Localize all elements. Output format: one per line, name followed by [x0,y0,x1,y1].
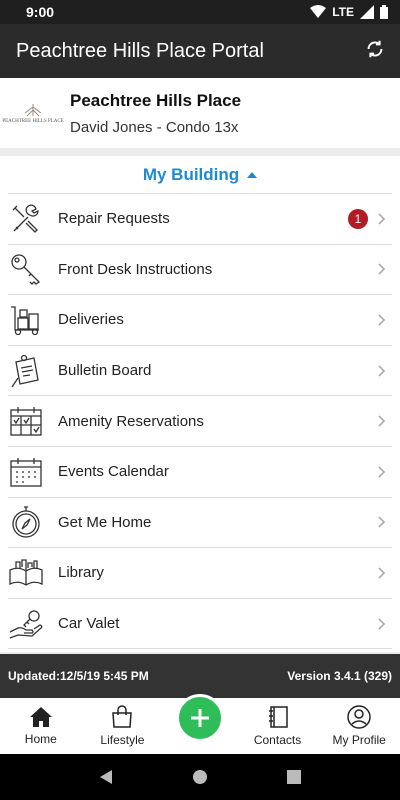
refresh-icon[interactable] [364,38,386,65]
status-icons: LTE [310,5,388,19]
nav-label: My Profile [332,733,386,747]
menu-item-repair-requests[interactable]: Repair Requests 1 [8,194,392,245]
menu-item-label: Bulletin Board [58,362,152,380]
property-logo: PEACHTREE HILLS PLACE [2,93,64,133]
nav-contacts[interactable]: Contacts [237,698,319,754]
menu-item-label: Front Desk Instructions [58,260,213,278]
menu-item-label: Car Valet [58,615,120,633]
note-icon [8,353,44,389]
calendar-check-icon [8,403,44,439]
nav-lifestyle[interactable]: Lifestyle [82,698,164,754]
app-title: Peachtree Hills Place Portal [16,39,264,62]
updated-timestamp: Updated:12/5/19 5:45 PM [8,669,149,683]
shopping-bag-icon [112,705,133,728]
menu-item-label: Events Calendar [58,463,169,481]
tools-icon [8,201,44,237]
system-nav-bar [0,754,400,800]
menu-item-deliveries[interactable]: Deliveries [8,295,392,346]
back-icon[interactable] [99,769,113,785]
chevron-right-icon [378,365,386,377]
car-key-icon [8,606,44,642]
status-time: 9:00 [26,4,55,20]
key-icon [8,251,44,287]
property-name: Peachtree Hills Place [70,90,242,110]
profile-icon [347,705,371,729]
battery-icon [380,5,388,19]
compass-icon [8,504,44,540]
my-building-panel: My Building Repair Requests 1 Front Desk… [0,156,400,652]
notification-badge: 1 [348,208,368,229]
menu-item-label: Amenity Reservations [58,412,204,430]
section-title: My Building [142,164,240,184]
chevron-right-icon [378,567,386,579]
recents-icon[interactable] [286,770,301,784]
menu-item-amenity-reservations[interactable]: Amenity Reservations [8,396,392,447]
status-bar: 9:00 LTE [0,0,400,24]
menu-item-get-me-home[interactable]: Get Me Home [8,498,392,549]
logo-text: PEACHTREE HILLS PLACE [2,118,64,124]
nav-label: Home [24,732,57,746]
chevron-right-icon [378,415,386,427]
menu-item-library[interactable]: Library [8,548,392,599]
chevron-right-icon [378,314,386,326]
logo-mark [24,103,42,116]
resident-info: David Jones - Condo 13x [70,118,239,136]
chevron-right-icon [378,516,386,528]
signal-icon [360,5,374,19]
menu-item-front-desk-instructions[interactable]: Front Desk Instructions [8,245,392,296]
calendar-icon [8,454,44,490]
plus-icon [191,709,209,727]
app-bar: Peachtree Hills Place Portal [0,24,400,78]
chevron-right-icon [378,466,386,478]
network-label: LTE [332,5,354,19]
home-circle-icon[interactable] [192,769,208,785]
menu-item-car-valet[interactable]: Car Valet [8,599,392,650]
add-button[interactable] [176,694,224,742]
menu-item-bulletin-board[interactable]: Bulletin Board [8,346,392,397]
menu-item-label: Library [58,564,104,582]
book-icon [8,555,44,591]
property-header: PEACHTREE HILLS PLACE Peachtree Hills Pl… [0,78,400,148]
nav-my-profile[interactable]: My Profile [318,698,400,754]
wifi-icon [310,5,327,18]
info-bar: Updated:12/5/19 5:45 PM Version 3.4.1 (3… [0,654,400,698]
dolly-icon [8,302,44,338]
section-toggle-my-building[interactable]: My Building [8,156,392,194]
menu-item-label: Repair Requests [58,210,170,228]
nav-label: Lifestyle [100,733,145,747]
nav-label: Contacts [253,733,302,747]
home-icon [29,707,52,727]
address-book-icon [268,706,288,728]
menu-item-label: Get Me Home [58,513,152,531]
app-version: Version 3.4.1 (329) [287,669,392,683]
caret-up-icon [247,171,258,178]
chevron-right-icon [378,617,386,630]
menu-item-label: Deliveries [58,311,124,329]
chevron-right-icon [378,213,386,225]
nav-home[interactable]: Home [0,698,82,754]
chevron-right-icon [378,263,386,275]
menu-item-events-calendar[interactable]: Events Calendar [8,447,392,498]
